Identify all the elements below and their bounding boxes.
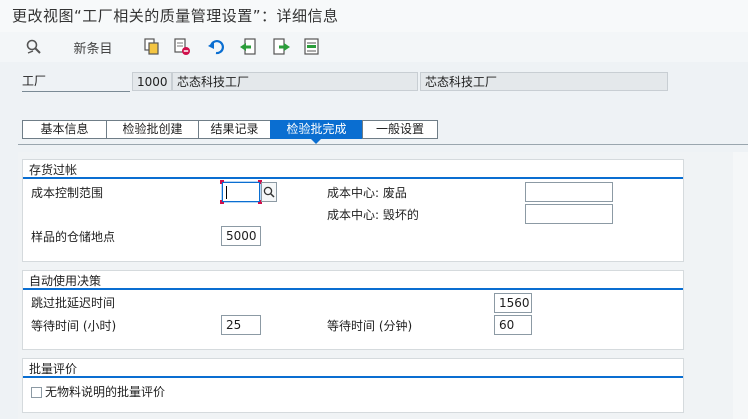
cost-control-area-input[interactable] [220,180,262,204]
value-help-button[interactable] [261,182,277,202]
cost-center-scrap-input[interactable] [525,182,613,202]
search-icon [263,186,275,198]
display-change-icon[interactable] [24,37,44,57]
application-toolbar: 新条目 [0,32,748,62]
tab-general-settings[interactable]: 一般设置 [362,120,438,139]
text-cursor [226,186,227,199]
inventory-posting-group: 存货过帐 成本控制范围 成本中心: 废品 成本中心: 毁坏的 样品的仓储地点 5… [22,159,684,262]
select-block-icon[interactable] [302,37,322,57]
tab-lot-creation[interactable]: 检验批创建 [106,120,198,139]
required-marker [220,180,224,184]
copy-icon[interactable] [142,37,162,57]
wait-hours-input[interactable]: 25 [221,315,261,335]
sap-screen: 更改视图“工厂相关的质量管理设置”：详细信息 新条目 工厂 1000 芯态科技工… [0,0,748,419]
tab-divider [18,144,748,145]
cost-control-area-label: 成本控制范围 [31,186,104,200]
tab-strip: 基本信息 检验批创建 结果记录 检验批完成 一般设置 [22,120,438,139]
skip-lot-delay-input[interactable]: 1560 [494,293,532,313]
cost-center-destroyed-input[interactable] [525,204,613,224]
title-bar: 更改视图“工厂相关的质量管理设置”：详细信息 [0,0,748,32]
wait-hours-label: 等待时间 (小时) [31,319,117,333]
new-entries-button[interactable]: 新条目 [70,37,116,57]
no-material-desc-label: 无物料说明的批量评价 [45,385,166,399]
tab-result-recording[interactable]: 结果记录 [198,120,270,139]
sample-storage-label: 样品的仓储地点 [31,230,116,244]
plant-code-field: 1000 [132,72,172,91]
auto-usage-decision-title: 自动使用决策 [29,274,102,288]
cost-center-destroyed-label: 成本中心: 毁坏的 [327,208,419,222]
group-divider [23,177,683,179]
tab-lot-completion[interactable]: 检验批完成 [270,120,362,139]
plant-label: 工厂 [22,74,47,88]
inventory-posting-title: 存货过帐 [29,163,78,177]
vertical-scrollbar[interactable] [733,152,748,419]
sample-storage-input[interactable]: 5000 [221,226,261,246]
group-divider [23,376,683,378]
wait-minutes-label: 等待时间 (分钟) [327,319,413,333]
plant-name-field-2: 芯态科技工厂 [420,72,668,91]
auto-usage-decision-group: 自动使用决策 跳过批延迟时间 1560 等待时间 (小时) 25 等待时间 (分… [22,270,684,350]
plant-name-field: 芯态科技工厂 [172,72,418,91]
cost-center-scrap-label: 成本中心: 废品 [327,186,407,200]
batch-valuation-title: 批量评价 [29,362,78,376]
window-title: 更改视图“工厂相关的质量管理设置”：详细信息 [12,7,339,25]
group-divider [23,288,683,290]
skip-lot-delay-label: 跳过批延迟时间 [31,296,116,310]
previous-entry-icon[interactable] [238,37,258,57]
no-material-desc-checkbox[interactable] [31,387,42,398]
undo-icon[interactable] [206,37,226,57]
required-marker [220,200,224,204]
batch-valuation-group: 批量评价 无物料说明的批量评价 [22,358,684,413]
wait-minutes-input[interactable]: 60 [494,315,532,335]
delete-icon[interactable] [172,37,192,57]
tab-basic-info[interactable]: 基本信息 [22,120,106,139]
next-entry-icon[interactable] [272,37,292,57]
plant-label-underline [22,91,130,92]
